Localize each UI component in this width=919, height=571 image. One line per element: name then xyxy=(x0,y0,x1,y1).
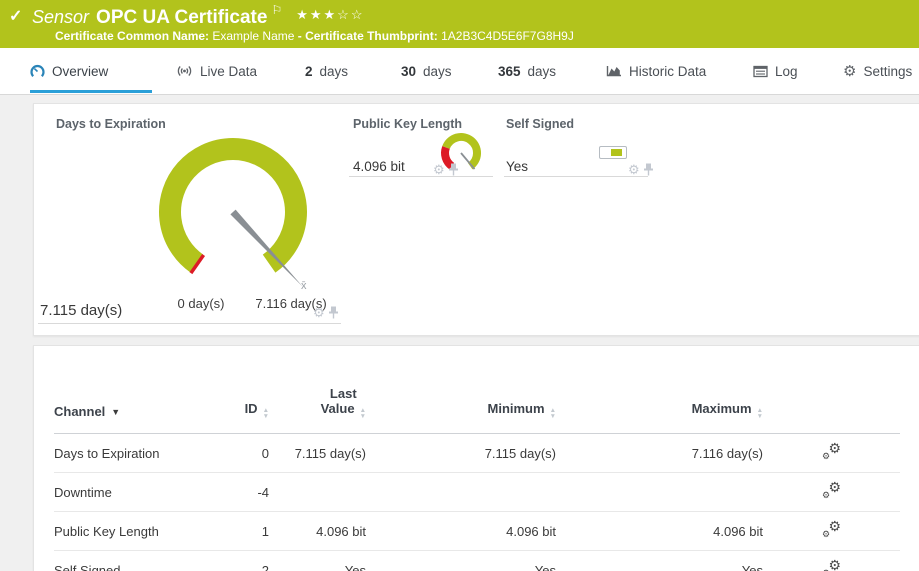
gear-icon[interactable]: ⚙ xyxy=(628,163,640,176)
channel-maximum xyxy=(556,473,763,512)
common-name-value: Example Name xyxy=(212,29,294,43)
days-to-expiration-title: Days to Expiration xyxy=(56,117,166,131)
common-name-label: Certificate Common Name: xyxy=(55,29,209,43)
days-to-expiration-value: 7.115 day(s) xyxy=(40,302,122,319)
sensor-title-row: Sensor OPC UA Certificate ⚐ ★★★☆☆ xyxy=(32,3,364,29)
header-last-value[interactable]: LastValue▲▼ xyxy=(269,346,366,434)
channel-last-value: 4.096 bit xyxy=(269,512,366,551)
tab-365-days[interactable]: 365 days xyxy=(498,48,556,94)
tab-historic-data[interactable]: Historic Data xyxy=(606,48,706,94)
channel-last-value: Yes xyxy=(269,551,366,571)
channel-id: 1 xyxy=(224,512,269,551)
edit-channel-icon[interactable]: ⚙⚙ xyxy=(822,521,841,538)
tab-live-data[interactable]: Live Data xyxy=(176,48,257,94)
header-channel[interactable]: Channel▼ xyxy=(54,346,224,434)
gear-icon[interactable]: ⚙ xyxy=(313,306,325,319)
channel-last-value: 7.115 day(s) xyxy=(269,434,366,473)
overview-content: Days to Expiration 0 day(s) 7.116 day(s)… xyxy=(0,95,919,571)
sort-icon: ▲▼ xyxy=(757,408,763,419)
channel-name[interactable]: Public Key Length xyxy=(54,512,224,551)
channel-maximum: Yes xyxy=(556,551,763,571)
tab-2-days[interactable]: 2 days xyxy=(305,48,348,94)
sort-icon: ▲▼ xyxy=(360,408,366,419)
channel-maximum: 7.116 day(s) xyxy=(556,434,763,473)
tab-30-days[interactable]: 30 days xyxy=(401,48,452,94)
sort-icon: ▲▼ xyxy=(263,408,269,419)
channel-name[interactable]: Days to Expiration xyxy=(54,434,224,473)
channel-id: 0 xyxy=(224,434,269,473)
table-row: Public Key Length 1 4.096 bit 4.096 bit … xyxy=(54,512,900,551)
tab-overview[interactable]: Overview xyxy=(30,48,152,94)
cell-divider xyxy=(349,176,493,177)
header-id[interactable]: ID▲▼ xyxy=(224,346,269,434)
pin-icon[interactable] xyxy=(448,163,459,176)
sensor-name: OPC UA Certificate xyxy=(96,7,267,28)
channel-name[interactable]: Downtime xyxy=(54,473,224,512)
channel-last-value xyxy=(269,473,366,512)
live-signal-icon xyxy=(176,64,193,78)
sensor-header-banner: ✓ Sensor OPC UA Certificate ⚐ ★★★☆☆ Certifi… xyxy=(0,0,919,48)
channel-minimum: 4.096 bit xyxy=(366,512,556,551)
gauge-min-label: 0 day(s) xyxy=(178,296,225,311)
edit-channel-icon[interactable]: ⚙⚙ xyxy=(822,443,841,460)
header-actions xyxy=(763,346,900,434)
gear-icon: ⚙ xyxy=(843,64,856,79)
self-signed-value: Yes xyxy=(506,159,528,174)
edit-channel-icon[interactable]: ⚙⚙ xyxy=(822,482,841,499)
gauge-average-marker: x̄ xyxy=(301,280,307,292)
channel-minimum xyxy=(366,473,556,512)
gauge-cell-actions: ⚙ xyxy=(313,306,339,319)
channels-table: Channel▼ ID▲▼ LastValue▲▼ Minimum▲▼ Maxi… xyxy=(54,346,900,571)
tab-log[interactable]: Log xyxy=(753,48,798,94)
edit-channel-icon[interactable]: ⚙⚙ xyxy=(822,560,841,571)
self-signed-indicator-on-segment xyxy=(611,149,622,156)
priority-stars[interactable]: ★★★☆☆ xyxy=(296,7,364,22)
pin-icon[interactable] xyxy=(643,163,654,176)
gauge-cell-actions: ⚙ xyxy=(628,163,654,176)
self-signed-title: Self Signed xyxy=(506,117,574,131)
flag-icon[interactable]: ⚐ xyxy=(271,3,282,17)
table-header-row: Channel▼ ID▲▼ LastValue▲▼ Minimum▲▼ Maxi… xyxy=(54,346,900,434)
thumbprint-label: - Certificate Thumbprint: xyxy=(298,29,438,43)
gauge-cell-actions: ⚙ xyxy=(433,163,459,176)
days-to-expiration-gauge xyxy=(148,133,318,293)
sensor-type-label: Sensor xyxy=(32,7,89,27)
channel-id: -4 xyxy=(224,473,269,512)
channel-minimum: Yes xyxy=(366,551,556,571)
channel-name[interactable]: Self Signed xyxy=(54,551,224,571)
channel-id: 2 xyxy=(224,551,269,571)
self-signed-indicator xyxy=(599,146,627,159)
cell-divider xyxy=(38,323,341,324)
log-list-icon xyxy=(753,65,768,78)
thumbprint-value: 1A2B3C4D5E6F7G8H9J xyxy=(441,29,574,43)
table-row: Downtime -4 ⚙⚙ xyxy=(54,473,900,512)
sensor-status-message: Certificate Common Name: Example Name - … xyxy=(55,29,574,43)
gauge-icon xyxy=(30,64,45,79)
gauges-panel: Days to Expiration 0 day(s) 7.116 day(s)… xyxy=(33,103,919,336)
header-maximum[interactable]: Maximum▲▼ xyxy=(556,346,763,434)
status-ok-check-icon: ✓ xyxy=(9,6,22,26)
gear-icon[interactable]: ⚙ xyxy=(433,163,445,176)
header-minimum[interactable]: Minimum▲▼ xyxy=(366,346,556,434)
channel-maximum: 4.096 bit xyxy=(556,512,763,551)
sort-active-icon: ▼ xyxy=(111,407,120,417)
public-key-length-value: 4.096 bit xyxy=(353,159,405,174)
tab-settings[interactable]: ⚙ Settings xyxy=(843,48,912,94)
table-row: Days to Expiration 0 7.115 day(s) 7.115 … xyxy=(54,434,900,473)
cell-divider xyxy=(504,176,648,177)
channel-minimum: 7.115 day(s) xyxy=(366,434,556,473)
table-row: Self Signed 2 Yes Yes Yes ⚙⚙ xyxy=(54,551,900,571)
sort-icon: ▲▼ xyxy=(550,408,556,419)
pin-icon[interactable] xyxy=(328,306,339,319)
area-chart-icon xyxy=(606,64,622,78)
channels-panel: Channel▼ ID▲▼ LastValue▲▼ Minimum▲▼ Maxi… xyxy=(33,345,919,571)
tab-bar: Overview Live Data 2 days 30 days 365 da… xyxy=(0,48,919,95)
